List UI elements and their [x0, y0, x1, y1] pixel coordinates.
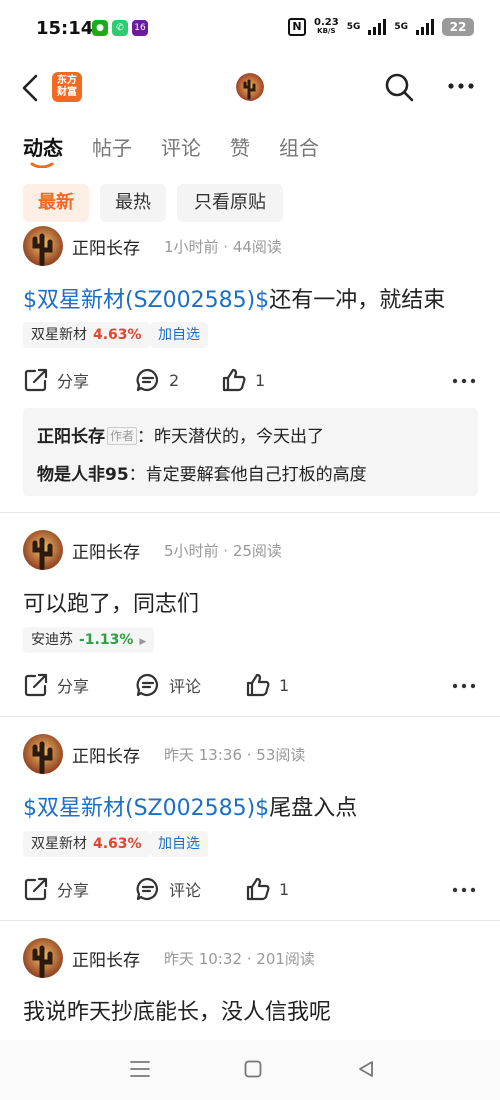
network-type-1: 5G: [346, 22, 361, 32]
post-content[interactable]: $双星新材(SZ002585)$还有一冲，就结束: [23, 282, 445, 314]
back-icon[interactable]: [20, 74, 42, 102]
divider: [0, 512, 500, 513]
status-time: 15:14: [36, 18, 94, 39]
thumbs-up-icon: [246, 673, 270, 697]
signal-icon: [368, 19, 387, 35]
chevron-right-icon: ▶: [139, 637, 147, 647]
post-card[interactable]: 正阳长存 昨天 10:32 · 201阅读 我说昨天抄底能长，没人信我呢: [0, 938, 500, 1038]
share-icon: [24, 877, 48, 901]
comment-line: 正阳长存 作者 ：昨天潜伏的，今天出了: [37, 427, 325, 447]
comment-icon: [136, 368, 158, 392]
wechat-icon: ●: [92, 20, 108, 36]
post-card[interactable]: 正阳长存 昨天 13:36 · 53阅读 $双星新材(SZ002585)$尾盘入…: [0, 734, 500, 920]
comment-preview[interactable]: 正阳长存 作者 ：昨天潜伏的，今天出了 物是人非95：肯定要解套他自己打板的高度: [23, 408, 478, 496]
comment-button[interactable]: 评论: [135, 672, 201, 698]
post-meta: 5小时前 · 25阅读: [164, 542, 282, 560]
phone-icon: ✆: [112, 20, 128, 36]
post-meta: 昨天 13:36 · 53阅读: [164, 746, 306, 764]
nfc-icon: N: [288, 18, 306, 36]
home-icon[interactable]: [244, 1060, 262, 1078]
post-content[interactable]: 我说昨天抄底能长，没人信我呢: [23, 994, 331, 1026]
post-more-icon[interactable]: [452, 376, 476, 386]
post-card[interactable]: 正阳长存 5小时前 · 25阅读 可以跑了，同志们 安迪苏 -1.13% ▶ 分享 …: [0, 530, 500, 716]
filter-latest[interactable]: 最新: [23, 184, 89, 222]
filter-original-only[interactable]: 只看原贴: [177, 184, 283, 222]
tab-portfolio[interactable]: 组合: [279, 132, 319, 161]
avatar[interactable]: [23, 226, 63, 266]
cactus-avatar-icon: [23, 226, 63, 266]
divider: [0, 920, 500, 921]
filter-hot[interactable]: 最热: [100, 184, 166, 222]
user-avatar-icon[interactable]: [236, 73, 264, 101]
thumbs-up-icon: [222, 368, 246, 392]
post-content[interactable]: $双星新材(SZ002585)$尾盘入点: [23, 790, 357, 822]
tab-posts[interactable]: 帖子: [92, 132, 132, 161]
cactus-avatar-icon: [23, 938, 63, 978]
author-name[interactable]: 正阳长存: [72, 234, 140, 259]
share-button[interactable]: 分享: [23, 876, 89, 902]
comment-line: 物是人非95：肯定要解套他自己打板的高度: [37, 465, 367, 485]
tab-dynamic[interactable]: 动态: [23, 132, 63, 161]
divider: [0, 716, 500, 717]
post-more-icon[interactable]: [452, 681, 476, 691]
comment-button[interactable]: 评论: [135, 876, 201, 902]
share-button[interactable]: 分享: [23, 367, 89, 393]
stock-tag[interactable]: 安迪苏 -1.13% ▶: [23, 627, 155, 653]
tab-likes[interactable]: 赞: [230, 132, 250, 161]
post-card[interactable]: 正阳长存 1小时前 · 44阅读 $双星新材(SZ002585)$还有一冲，就结…: [0, 226, 500, 512]
profile-tabs: 动态 帖子 评论 赞 组合: [0, 128, 500, 168]
signal-icon-2: [416, 19, 434, 35]
share-button[interactable]: 分享: [23, 672, 89, 698]
avatar[interactable]: [23, 938, 63, 978]
more-icon[interactable]: [446, 74, 476, 98]
add-watchlist-button[interactable]: 加自选: [150, 831, 208, 857]
network-speed: 0.23 KB/S: [314, 17, 339, 36]
author-name[interactable]: 正阳长存: [72, 742, 140, 767]
add-watchlist-button[interactable]: 加自选: [150, 322, 208, 348]
share-icon: [24, 673, 48, 697]
comment-button[interactable]: 2: [135, 367, 179, 393]
comment-icon: [136, 673, 158, 697]
thumbs-up-icon: [246, 877, 270, 901]
system-nav-bar: [0, 1040, 500, 1100]
status-bar: 15:14 ● ✆ 16 N 0.23 KB/S 5G 5G 22: [0, 0, 500, 56]
stock-tag[interactable]: 双星新材 4.63%: [23, 831, 150, 857]
post-content[interactable]: 可以跑了，同志们: [23, 586, 199, 618]
like-button[interactable]: 1: [245, 876, 289, 902]
cactus-avatar-icon: [23, 734, 63, 774]
network-type-2: 5G: [394, 22, 408, 32]
post-meta: 昨天 10:32 · 201阅读: [164, 950, 315, 968]
tab-comments[interactable]: 评论: [161, 132, 201, 161]
back-nav-icon[interactable]: [357, 1060, 375, 1078]
stock-link[interactable]: $双星新材(SZ002585)$: [23, 796, 269, 821]
avatar[interactable]: [23, 530, 63, 570]
filter-chips: 最新 最热 只看原贴: [0, 184, 500, 224]
like-button[interactable]: 1: [221, 367, 265, 393]
author-name[interactable]: 正阳长存: [72, 946, 140, 971]
top-nav: 东方 财富: [0, 60, 500, 116]
status-app-icons: ● ✆ 16: [92, 20, 148, 36]
cactus-avatar-icon: [23, 530, 63, 570]
stock-tag[interactable]: 双星新材 4.63%: [23, 322, 150, 348]
tab-active-indicator: [30, 162, 54, 168]
app-icon: 16: [132, 20, 148, 36]
comment-icon: [136, 877, 158, 901]
battery-icon: 22: [442, 18, 474, 36]
author-name[interactable]: 正阳长存: [72, 538, 140, 563]
stock-link[interactable]: $双星新材(SZ002585)$: [23, 288, 269, 313]
search-icon[interactable]: [384, 72, 414, 102]
brand-logo: 东方 财富: [52, 72, 82, 102]
status-right: N 0.23 KB/S 5G 5G 22: [288, 18, 474, 36]
recent-apps-icon[interactable]: [130, 1060, 150, 1078]
like-button[interactable]: 1: [245, 672, 289, 698]
avatar[interactable]: [23, 734, 63, 774]
share-icon: [24, 368, 48, 392]
post-meta: 1小时前 · 44阅读: [164, 238, 282, 256]
post-more-icon[interactable]: [452, 885, 476, 895]
